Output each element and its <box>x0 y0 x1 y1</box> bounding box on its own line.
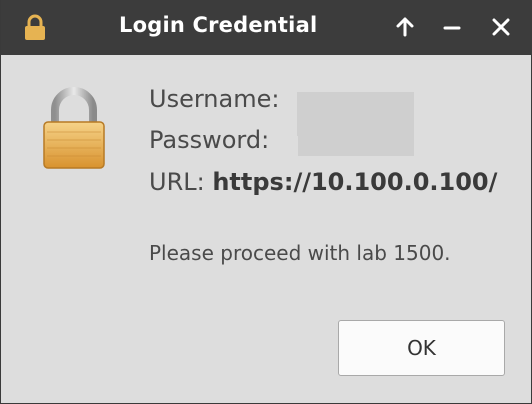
username-row: Username: <box>149 85 279 113</box>
title-bar[interactable]: Login Credential <box>1 0 532 55</box>
arrow-up-icon[interactable] <box>392 14 418 40</box>
minimize-icon[interactable] <box>439 14 465 40</box>
close-icon[interactable] <box>488 14 514 40</box>
url-row: URL: https://10.100.0.100/ <box>149 168 497 196</box>
padlock-icon <box>43 87 105 169</box>
username-value-redacted <box>297 92 414 136</box>
ok-button[interactable]: OK <box>338 320 505 376</box>
password-value-redacted <box>298 136 414 156</box>
dialog-content: Username: Password: URL: https://10.100.… <box>1 55 531 403</box>
login-credential-window: Login Credential Username: Password: URL… <box>0 0 532 404</box>
username-label: Username: <box>149 85 280 113</box>
window-title: Login Credential <box>119 13 318 37</box>
url-label: URL: <box>149 168 205 196</box>
password-row: Password: <box>149 126 269 154</box>
lock-icon <box>25 14 45 40</box>
url-value: https://10.100.0.100/ <box>212 168 498 196</box>
password-label: Password: <box>149 126 270 154</box>
instruction-message: Please proceed with lab 1500. <box>149 241 451 265</box>
